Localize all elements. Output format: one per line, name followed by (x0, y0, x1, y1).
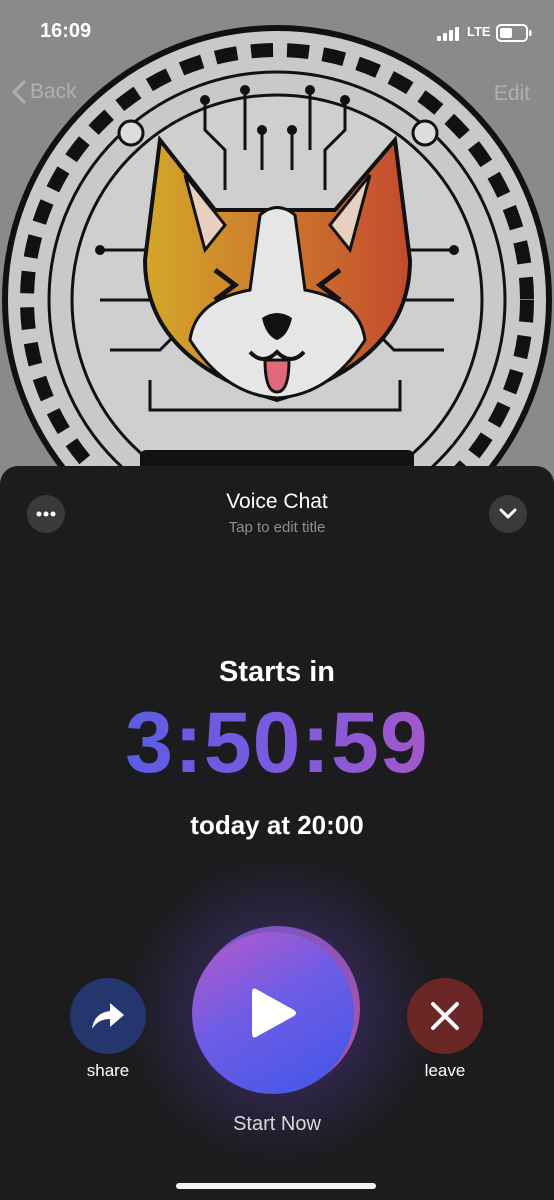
edit-button[interactable]: Edit (494, 82, 530, 106)
leave-button[interactable] (407, 978, 483, 1054)
signal-icon (437, 27, 459, 41)
battery-icon (496, 24, 532, 42)
start-now-label: Start Now (233, 1113, 321, 1135)
network-type: LTE (467, 24, 491, 39)
status-bar: 16:09 LTE (0, 0, 554, 66)
leave-label: leave (424, 1061, 466, 1080)
home-indicator[interactable] (176, 1183, 376, 1189)
start-button-face (192, 932, 354, 1094)
close-icon (431, 1002, 459, 1030)
back-label: Back (30, 80, 77, 103)
scheduled-time: today at 20:00 (190, 810, 364, 840)
chevron-down-icon (499, 508, 517, 519)
share-button[interactable] (70, 978, 146, 1054)
collapse-button[interactable] (489, 495, 527, 533)
edit-title-hint: Tap to edit title (228, 519, 326, 536)
play-icon (252, 988, 296, 1038)
countdown-heading: Starts in (218, 656, 336, 688)
status-time: 16:09 (40, 20, 92, 42)
share-label: share (86, 1061, 130, 1080)
back-button[interactable]: Back (12, 80, 77, 104)
start-now-button[interactable] (190, 926, 362, 1096)
countdown-timer: 3:50:59 (0, 694, 554, 793)
voice-chat-title[interactable]: Voice Chat (0, 490, 554, 514)
share-arrow-icon (92, 1003, 124, 1029)
corgi-circuit-logo (2, 25, 552, 520)
channel-avatar-background (0, 0, 554, 520)
chevron-left-icon (12, 80, 26, 104)
